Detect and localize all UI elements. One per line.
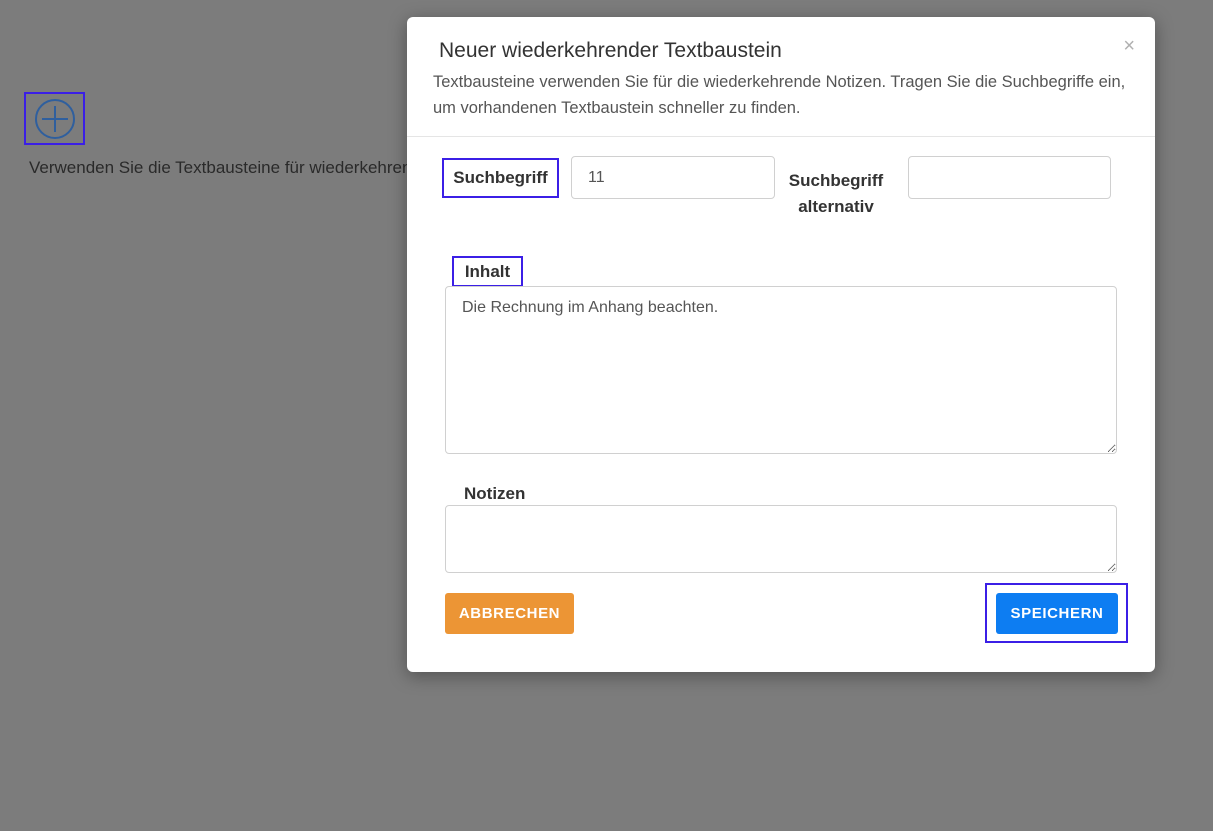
page: Verwenden Sie die Textbausteine für wied… xyxy=(0,0,1213,831)
notes-label: Notizen xyxy=(464,484,526,503)
add-text-block-button[interactable] xyxy=(24,92,85,145)
cancel-button[interactable]: ABBRECHEN xyxy=(445,593,574,634)
alt-search-term-label: Suchbegriff alternativ xyxy=(783,168,889,220)
dialog-description: Textbausteine verwenden Sie für die wied… xyxy=(433,73,1126,117)
content-label: Inhalt xyxy=(452,256,523,287)
alt-search-term-label-line2: alternativ xyxy=(798,197,874,216)
close-icon[interactable]: × xyxy=(1123,36,1135,56)
search-term-label: Suchbegriff xyxy=(442,158,559,198)
dialog-header: Neuer wiederkehrender Textbaustein Textb… xyxy=(407,17,1155,137)
text-block-dialog: Neuer wiederkehrender Textbaustein Textb… xyxy=(407,17,1155,672)
notes-textarea[interactable] xyxy=(445,505,1117,573)
background-description: Verwenden Sie die Textbausteine für wied… xyxy=(29,158,409,177)
save-button[interactable]: SPEICHERN xyxy=(996,593,1118,634)
search-term-input[interactable] xyxy=(571,156,775,199)
plus-circle-icon xyxy=(34,98,75,139)
alt-search-term-input[interactable] xyxy=(908,156,1111,199)
alt-search-term-label-line1: Suchbegriff xyxy=(788,171,884,190)
save-button-highlight: SPEICHERN xyxy=(985,583,1128,643)
content-textarea[interactable]: Die Rechnung im Anhang beachten. xyxy=(445,286,1117,454)
dialog-title: Neuer wiederkehrender Textbaustein xyxy=(439,39,782,62)
